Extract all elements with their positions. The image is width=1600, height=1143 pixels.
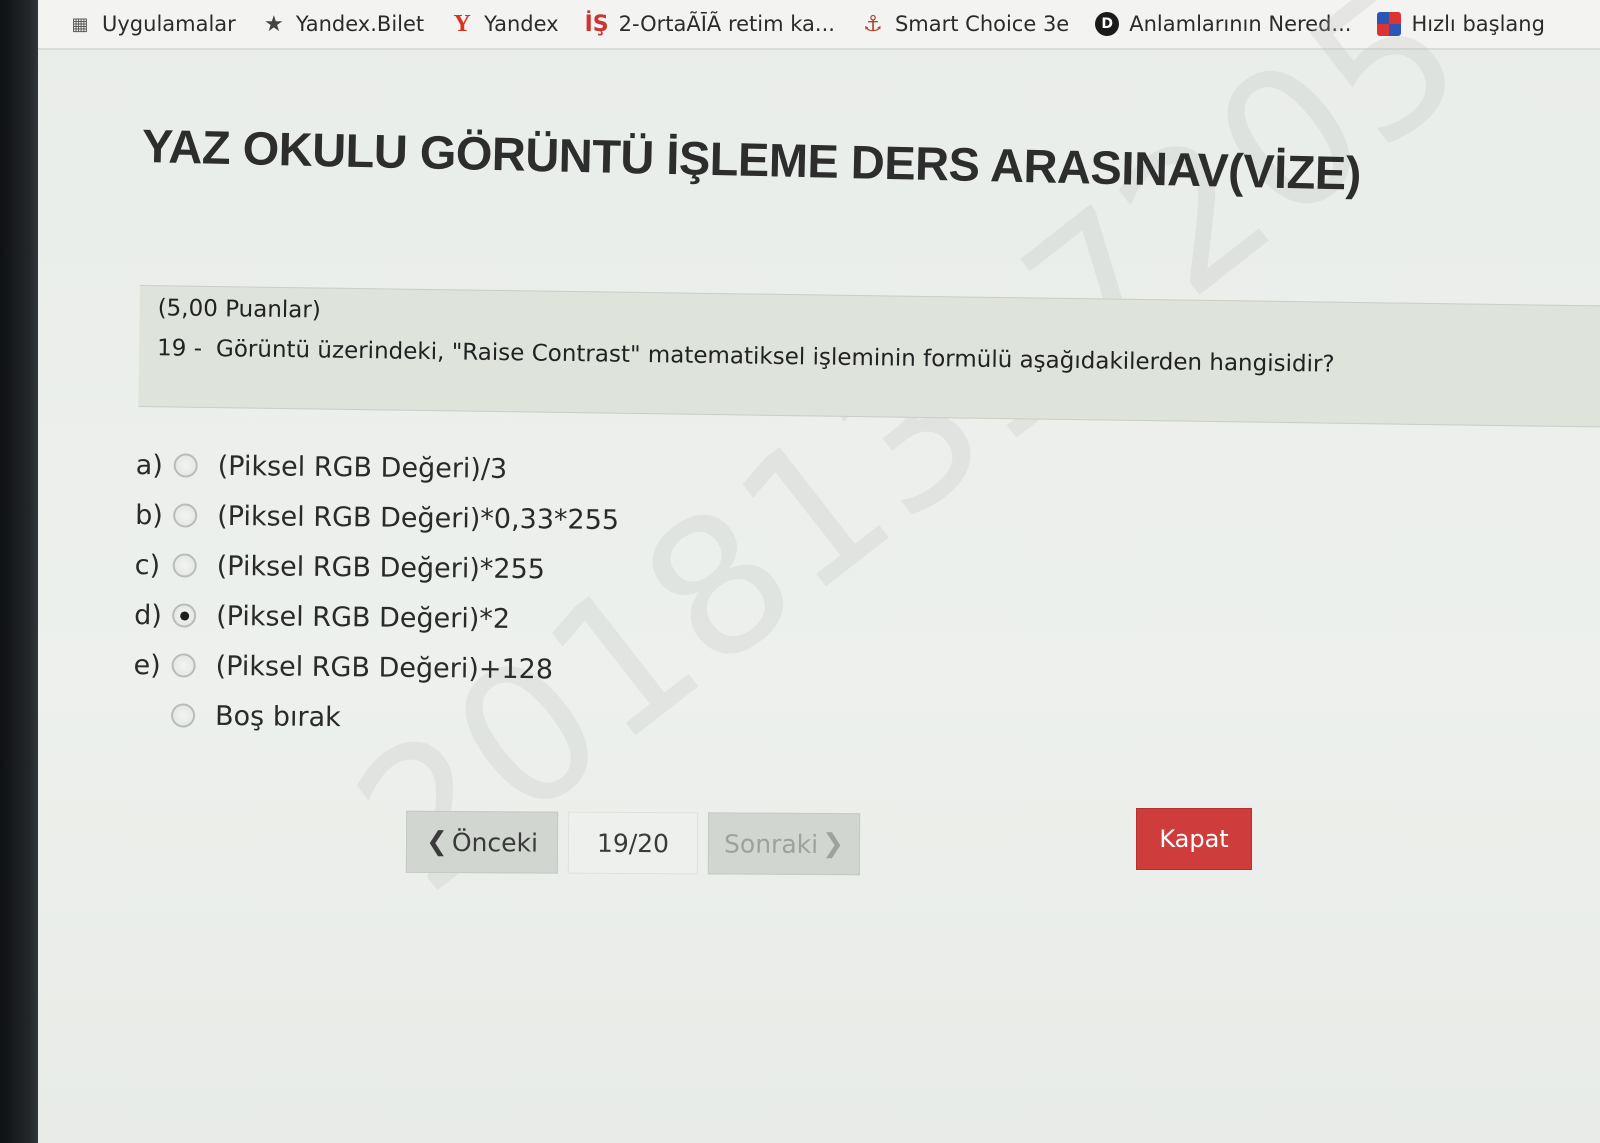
answer-options: a) (Piksel RGB Değeri)/3 b) (Piksel RGB … (133, 440, 620, 745)
option-letter: d) (134, 599, 163, 631)
radio-button[interactable] (173, 453, 198, 478)
previous-button[interactable]: ❮ Önceki (405, 810, 559, 874)
option-letter: a) (135, 449, 163, 481)
option-letter: b) (135, 499, 164, 531)
page-indicator: 19/20 (567, 811, 699, 875)
bookmark-quick-start[interactable]: Hızlı başlang (1377, 12, 1545, 36)
smart-choice-icon: ⚓ (863, 11, 883, 37)
option-label: Boş bırak (214, 700, 341, 733)
bookmark-label: 2-OrtaÃĪÃ retim ka... (618, 12, 835, 36)
page-title: YAZ OKULU GÖRÜNTÜ İŞLEME DERS ARASINAV(V… (141, 119, 1362, 200)
question-box: (5,00 Puanlar) 19 - Görüntü üzerindeki, "… (138, 285, 1600, 428)
bookmark-anlamlarinin[interactable]: D Anlamlarının Nered... (1095, 12, 1351, 36)
option-label: (Piksel RGB Değeri)*2 (216, 600, 511, 635)
apps-icon: ▦ (71, 13, 89, 35)
option-leave-blank[interactable]: Boş bırak (133, 690, 617, 745)
quick-start-icon (1377, 12, 1402, 36)
bookmark-ortaogretim[interactable]: İŞ 2-OrtaÃĪÃ retim ka... (584, 11, 835, 37)
star-icon: ★ (263, 11, 284, 37)
bookmark-apps[interactable]: ▦ Uygulamalar (68, 12, 236, 36)
option-letter: c) (134, 549, 161, 581)
next-label: Sonraki (724, 828, 819, 859)
chevron-left-icon: ❮ (425, 826, 448, 858)
option-d[interactable]: d) (Piksel RGB Değeri)*2 (134, 590, 618, 645)
browser-viewport: ▦ Uygulamalar ★ Yandex.Bilet Y Yandex İŞ… (38, 0, 1600, 1143)
radio-button[interactable] (173, 503, 198, 528)
bookmark-smart-choice[interactable]: ⚓ Smart Choice 3e (861, 11, 1070, 37)
bookmark-label: Anlamlarının Nered... (1129, 12, 1352, 36)
bookmark-label: Smart Choice 3e (894, 12, 1070, 36)
option-b[interactable]: b) (Piksel RGB Değeri)*0,33*255 (135, 490, 619, 545)
yandex-icon: Y (453, 10, 471, 37)
option-letter: e) (133, 649, 161, 681)
option-label: (Piksel RGB Değeri)/3 (217, 450, 508, 485)
close-button[interactable]: Kapat (1136, 808, 1252, 870)
radio-button-selected[interactable] (172, 603, 197, 628)
bookmark-yandex[interactable]: Y Yandex (450, 10, 559, 37)
bookmark-label: Yandex.Bilet (295, 12, 425, 36)
next-button[interactable]: Sonraki ❯ (707, 812, 861, 876)
option-c[interactable]: c) (Piksel RGB Değeri)*255 (134, 540, 618, 595)
question-number: 19 - (156, 335, 203, 362)
bookmark-label: Yandex (484, 12, 559, 36)
question-text: 19 - Görüntü üzerindeki, "Raise Contrast"… (157, 335, 1591, 381)
option-label: (Piksel RGB Değeri)+128 (215, 650, 554, 685)
radio-button[interactable] (170, 703, 196, 728)
monitor-bezel (0, 0, 42, 1143)
radio-button[interactable] (172, 553, 197, 578)
bookmark-label: Hızlı başlang (1411, 12, 1545, 36)
chevron-right-icon: ❯ (822, 828, 844, 860)
question-body: Görüntü üzerindeki, "Raise Contrast" mat… (215, 336, 1335, 378)
is-icon: İŞ (584, 11, 609, 37)
dictionary-icon: D (1095, 12, 1120, 36)
previous-label: Önceki (451, 827, 539, 858)
option-label: (Piksel RGB Değeri)*255 (216, 550, 546, 585)
radio-button[interactable] (171, 653, 196, 678)
bookmark-label: Uygulamalar (102, 12, 236, 36)
option-label: (Piksel RGB Değeri)*0,33*255 (217, 500, 620, 536)
bookmarks-bar: ▦ Uygulamalar ★ Yandex.Bilet Y Yandex İŞ… (38, 0, 1600, 50)
option-a[interactable]: a) (Piksel RGB Değeri)/3 (135, 440, 619, 495)
question-points: (5,00 Puanlar) (157, 295, 321, 324)
option-e[interactable]: e) (Piksel RGB Değeri)+128 (133, 640, 617, 695)
question-navigation: ❮ Önceki 19/20 Sonraki ❯ (405, 810, 861, 876)
bookmark-yandex-bilet[interactable]: ★ Yandex.Bilet (262, 11, 425, 37)
